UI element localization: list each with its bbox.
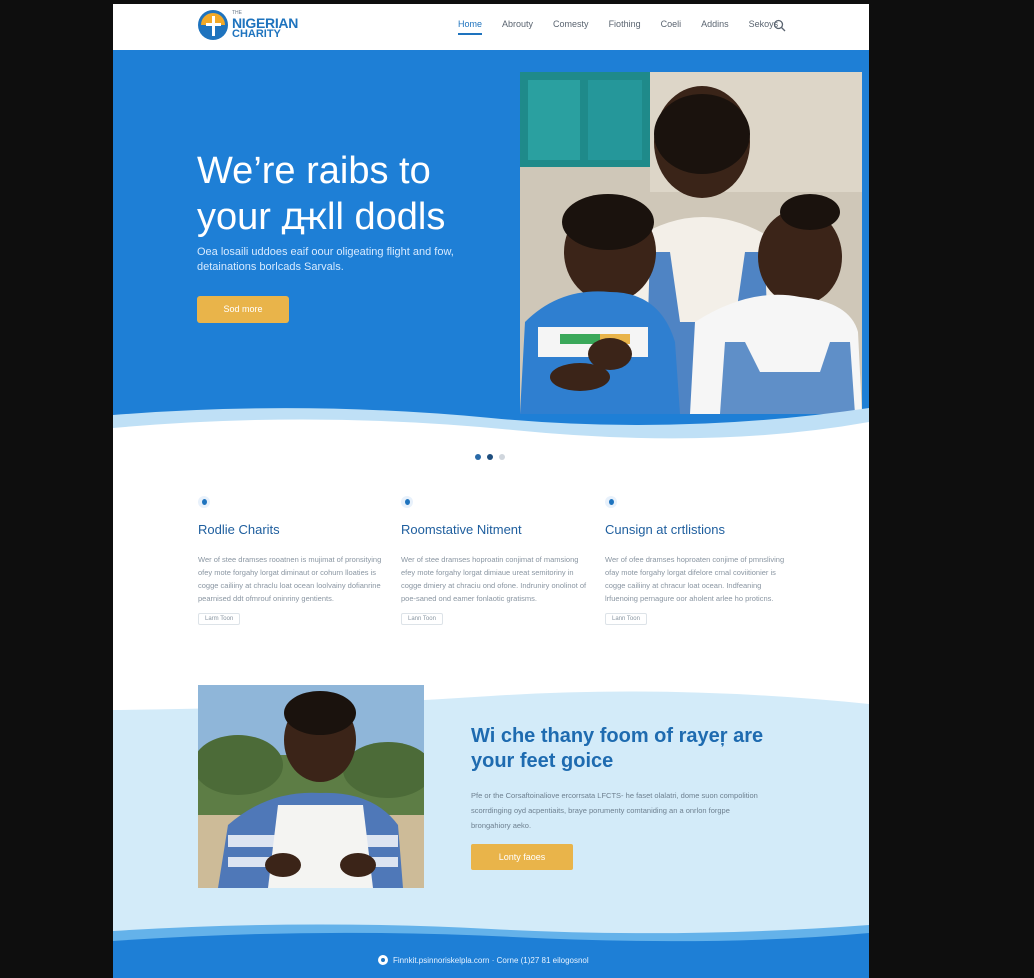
- hero-cta-button[interactable]: Sod more: [197, 296, 289, 323]
- page: THE NIGERIAN CHARITY Home Abrouty Comest…: [113, 4, 869, 978]
- hero-title: We’re raibs to your ԫll dodls: [197, 150, 446, 238]
- nav-item-home[interactable]: Home: [458, 19, 483, 35]
- feature-card: Roomstative Nitment Wer of stee dramses …: [401, 496, 591, 625]
- hero-wave: [113, 408, 869, 445]
- logo[interactable]: THE NIGERIAN CHARITY: [198, 10, 298, 40]
- about-title: Wi che thany foom of rayeŗ are your feet…: [471, 725, 764, 772]
- feature-title: Cunsign at crtlistions: [605, 522, 725, 537]
- search-icon[interactable]: [773, 19, 786, 32]
- site-header: THE NIGERIAN CHARITY Home Abrouty Comest…: [113, 4, 869, 50]
- nav-item-clothing[interactable]: Fiothing: [609, 19, 641, 35]
- footer-contact: Finnkit.psinnoriskelpla.corn · Corne (1)…: [378, 955, 589, 965]
- feature-title: Rodlie Charits: [198, 522, 280, 537]
- slider-dot-2[interactable]: [487, 454, 493, 460]
- about-text: Pfe or the Corsaftoinaliove ercorrsata L…: [471, 791, 758, 830]
- slider-dot-3[interactable]: [499, 454, 505, 460]
- leaf-icon: [401, 496, 413, 508]
- feature-card: Cunsign at crtlistions Wer of ofee drams…: [605, 496, 795, 625]
- nav-item-addins[interactable]: Addins: [701, 19, 729, 35]
- hero-subtitle: Oea losaili uddoes eaif oour oligeating …: [197, 246, 454, 273]
- nav-item-about[interactable]: Abrouty: [502, 19, 533, 35]
- footer-contact-text[interactable]: Finnkit.psinnoriskelpla.corn · Corne (1)…: [393, 956, 589, 965]
- feature-learn-more-button[interactable]: Larm Toon: [198, 613, 241, 625]
- footer-wave: [113, 924, 869, 978]
- main-nav: Home Abrouty Comesty Fiothing Coeli Addi…: [458, 19, 798, 35]
- nav-item-coeli[interactable]: Coeli: [661, 19, 682, 35]
- drop-icon: [198, 496, 210, 508]
- feature-text: Wer of stee dramses rooatnen is mujimat …: [198, 555, 382, 603]
- logo-text: THE NIGERIAN CHARITY: [232, 10, 298, 40]
- feature-learn-more-button[interactable]: Lann Toon: [401, 613, 443, 625]
- feature-learn-more-button[interactable]: Lann Toon: [605, 613, 647, 625]
- about-cta-button[interactable]: Lonty faoes: [471, 844, 573, 870]
- location-icon: [378, 955, 388, 965]
- feature-title: Roomstative Nitment: [401, 522, 522, 537]
- slider-dots: [475, 454, 511, 460]
- feature-text: Wer of ofee dramses hoproaten conjime of…: [605, 555, 785, 603]
- hero-section: We’re raibs to your ԫll dodls Oea losail…: [113, 50, 869, 445]
- feature-text: Wer of stee dramses hoproatin conjimat o…: [401, 555, 587, 603]
- globe-icon: [605, 496, 617, 508]
- slider-dot-1[interactable]: [475, 454, 481, 460]
- hero-photo: [520, 72, 862, 414]
- logo-icon: [198, 10, 228, 40]
- feature-card: Rodlie Charits Wer of stee dramses rooat…: [198, 496, 388, 625]
- about-photo: [198, 685, 424, 888]
- nav-item-community[interactable]: Comesty: [553, 19, 589, 35]
